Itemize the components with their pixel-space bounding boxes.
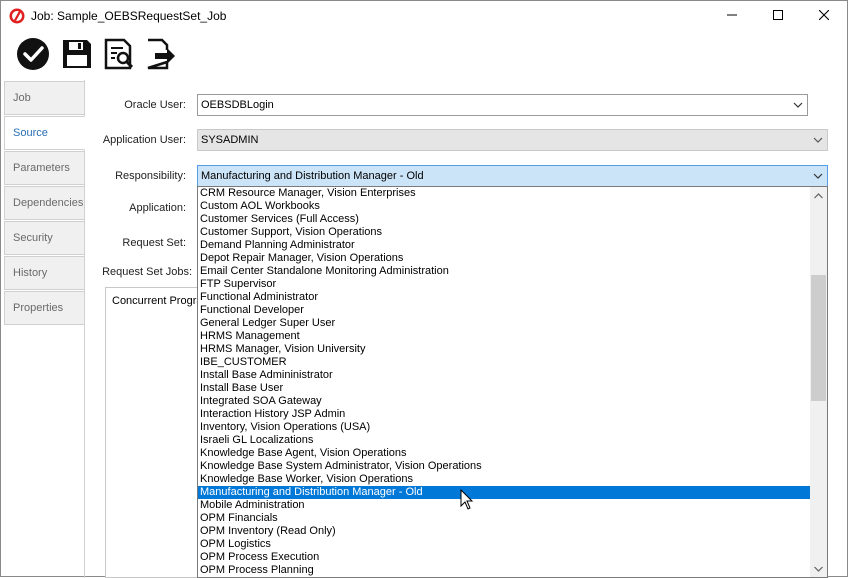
minimize-button[interactable] [709,1,755,31]
oracle-user-label: Oracle User: [124,99,186,111]
chevron-down-icon [813,130,823,150]
application-user-select[interactable]: SYSADMIN [197,129,828,151]
dropdown-option[interactable]: Manufacturing and Distribution Manager -… [198,486,811,499]
responsibility-label: Responsibility: [115,170,186,182]
dropdown-option[interactable]: HRMS Manager, Vision University [198,343,811,356]
dropdown-option[interactable]: IBE_CUSTOMER [198,356,811,369]
dropdown-option[interactable]: Functional Developer [198,304,811,317]
toolbar [1,31,847,77]
concurrent-program-column-header[interactable]: Concurrent Progra [112,295,203,307]
scroll-thumb[interactable] [811,275,826,401]
dropdown-option[interactable]: OPM Process Execution [198,551,811,564]
title-bar: Job: Sample_OEBSRequestSet_Job [1,1,847,31]
dropdown-option[interactable]: Custom AOL Workbooks [198,200,811,213]
dropdown-option[interactable]: Inventory, Vision Operations (USA) [198,421,811,434]
dropdown-option[interactable]: OPM Financials [198,512,811,525]
dropdown-option[interactable]: Depot Repair Manager, Vision Operations [198,252,811,265]
view-log-button[interactable] [101,37,137,73]
responsibility-select[interactable]: Manufacturing and Distribution Manager -… [197,165,828,187]
scroll-down-button[interactable] [810,560,827,577]
export-button[interactable] [143,37,179,73]
dropdown-option[interactable]: Install Base User [198,382,811,395]
dropdown-option[interactable]: General Ledger Super User [198,317,811,330]
dropdown-option[interactable]: OPM Logistics [198,538,811,551]
dropdown-option[interactable]: Knowledge Base System Administrator, Vis… [198,460,811,473]
tab-dependencies[interactable]: Dependencies [4,186,85,220]
dropdown-option[interactable]: Demand Planning Administrator [198,239,811,252]
dropdown-option[interactable]: Integrated SOA Gateway [198,395,811,408]
window-title: Job: Sample_OEBSRequestSet_Job [31,9,227,23]
tab-history[interactable]: History [4,256,85,290]
oracle-user-value: OEBSDBLogin [201,99,274,111]
dropdown-option[interactable]: FTP Supervisor [198,278,811,291]
application-user-value: SYSADMIN [201,134,259,146]
chevron-down-icon [813,166,823,186]
check-icon [16,37,50,74]
responsibility-value: Manufacturing and Distribution Manager -… [201,170,424,182]
oracle-user-select[interactable]: OEBSDBLogin [197,94,808,116]
dropdown-items: CRM Resource Manager, Vision Enterprises… [198,187,811,577]
tab-parameters[interactable]: Parameters [4,151,85,185]
application-user-label: Application User: [102,134,186,146]
export-icon [145,38,177,73]
dropdown-option[interactable]: Functional Administrator [198,291,811,304]
dropdown-option[interactable]: Knowledge Base Worker, Vision Operations [198,473,811,486]
dropdown-option[interactable]: Mobile Administration [198,499,811,512]
dropdown-option[interactable]: OPM Inventory (Read Only) [198,525,811,538]
minimize-icon [727,10,737,23]
chevron-up-icon [814,190,823,202]
ok-button[interactable] [15,37,51,73]
maximize-icon [773,9,783,23]
dropdown-option[interactable]: Install Base Admininistrator [198,369,811,382]
close-button[interactable] [801,1,847,31]
chevron-down-icon [814,563,823,575]
maximize-button[interactable] [755,1,801,31]
tab-job[interactable]: Job [4,81,85,115]
request-set-label: Request Set: [122,237,186,249]
mouse-pointer-icon [460,488,474,511]
job-window: Job: Sample_OEBSRequestSet_Job Job Sourc… [0,0,848,578]
dropdown-option[interactable]: Email Center Standalone Monitoring Admin… [198,265,811,278]
dropdown-option[interactable]: CRM Resource Manager, Vision Enterprises [198,187,811,200]
dropdown-option[interactable]: HRMS Management [198,330,811,343]
dropdown-option[interactable]: Knowledge Base Agent, Vision Operations [198,447,811,460]
request-set-jobs-label: Request Set Jobs: [102,266,192,278]
responsibility-dropdown-list[interactable]: CRM Resource Manager, Vision Enterprises… [197,186,828,578]
close-icon [818,9,830,23]
dropdown-option[interactable]: Interaction History JSP Admin [198,408,811,421]
application-label: Application: [129,202,186,214]
report-icon [103,38,135,73]
scroll-up-button[interactable] [810,187,827,204]
dropdown-option[interactable]: Israeli GL Localizations [198,434,811,447]
tab-security[interactable]: Security [4,221,85,255]
app-logo-icon [9,8,25,24]
dropdown-option[interactable]: OPM Process Planning [198,564,811,577]
tab-properties[interactable]: Properties [4,291,85,325]
save-icon [61,38,93,73]
tab-source[interactable]: Source [4,116,85,150]
save-button[interactable] [59,37,95,73]
dropdown-option[interactable]: Customer Support, Vision Operations [198,226,811,239]
chevron-down-icon [793,95,803,115]
dropdown-option[interactable]: Customer Services (Full Access) [198,213,811,226]
dropdown-scrollbar[interactable] [810,187,827,577]
